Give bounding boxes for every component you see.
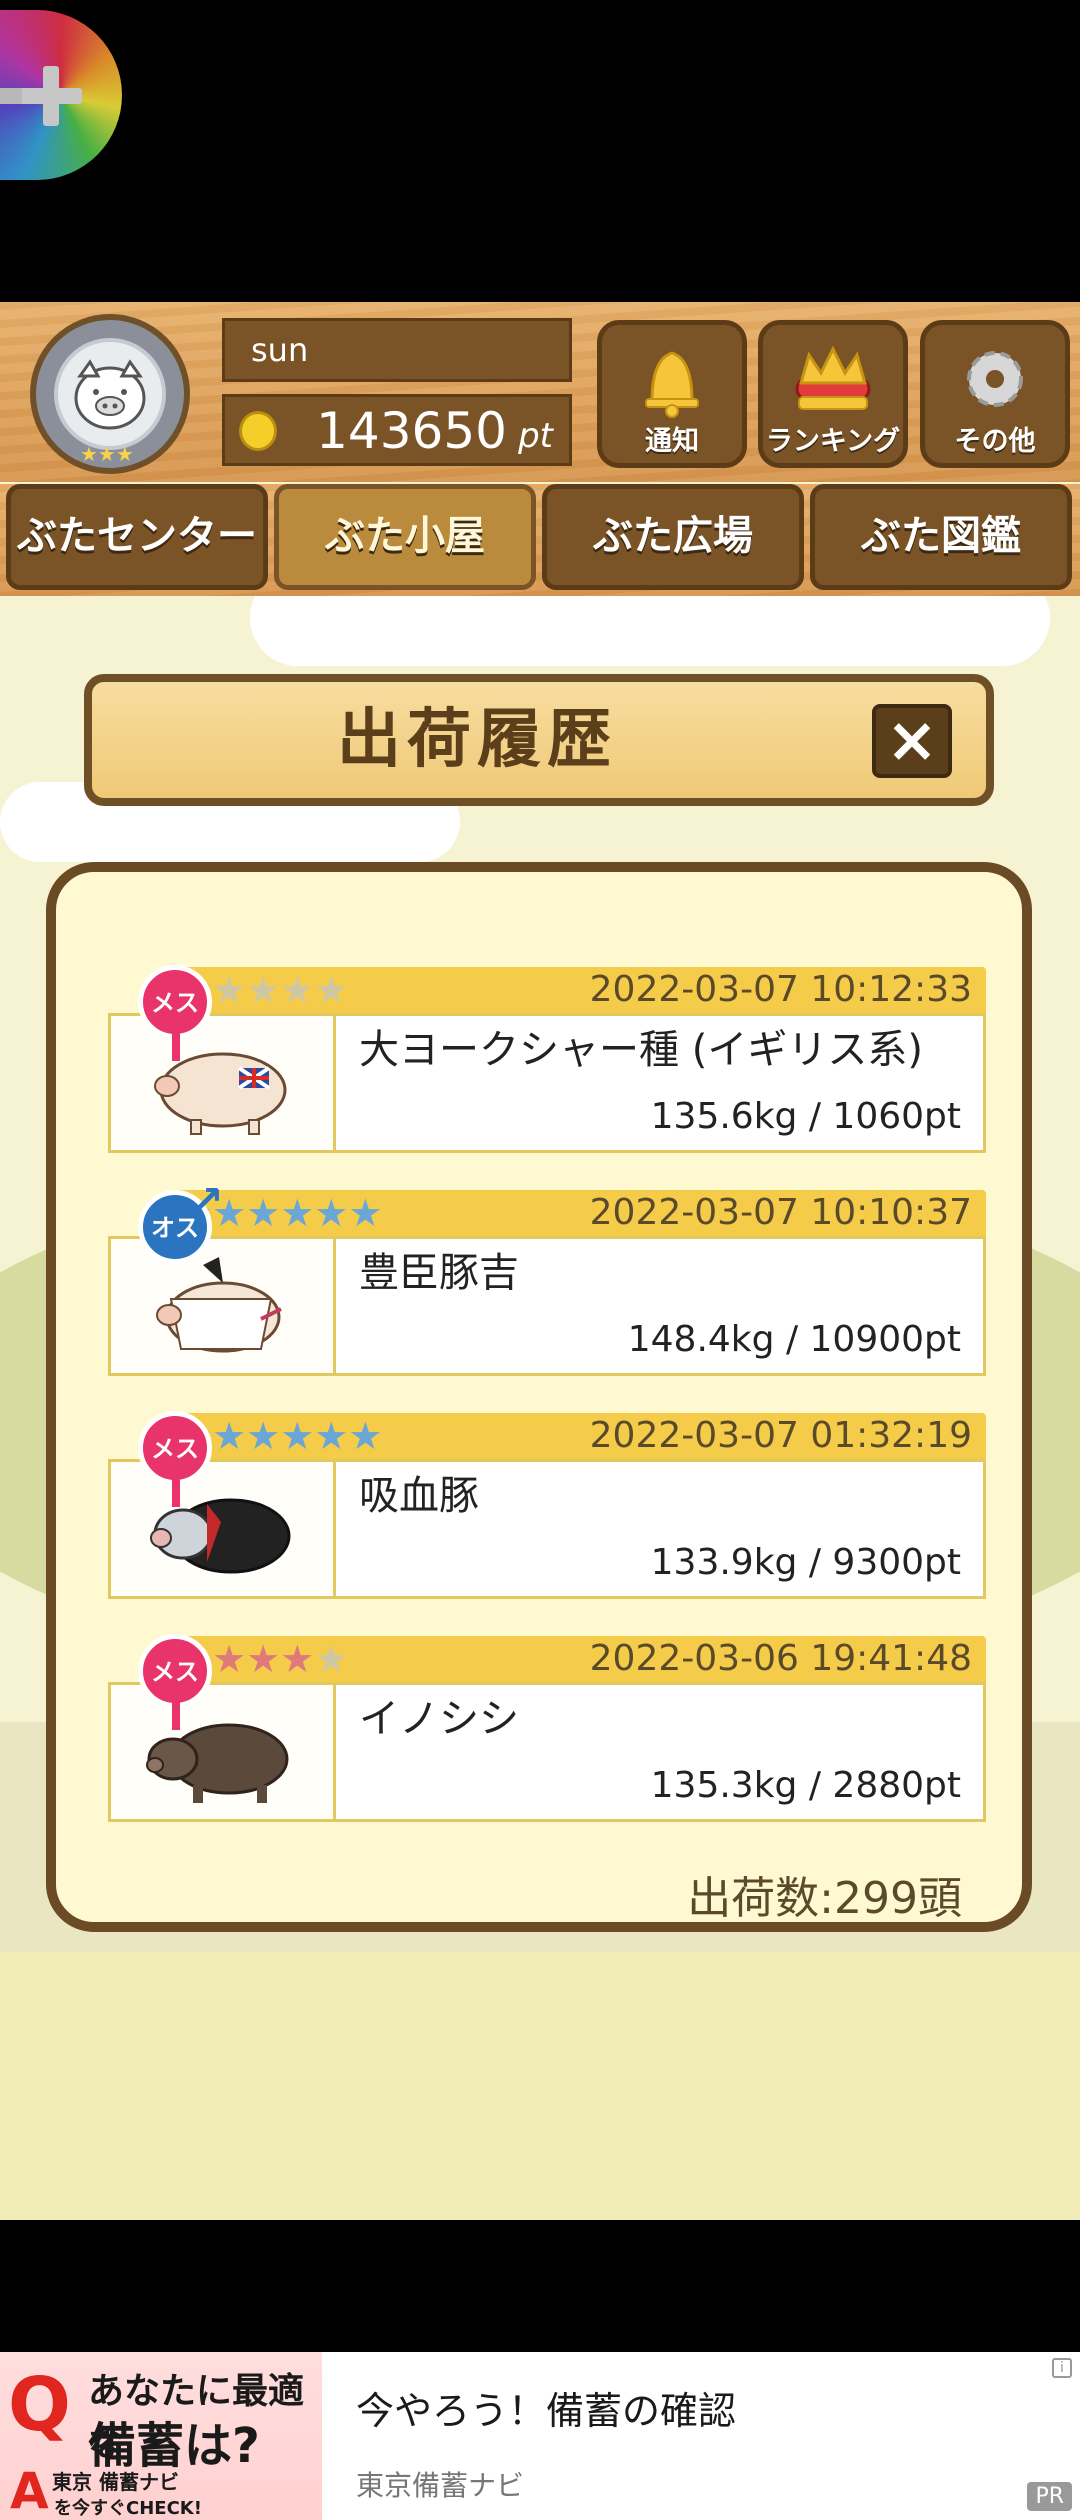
entry-header: ★★★★★★ 2022-03-07 10:10:37 xyxy=(168,1190,986,1236)
points-unit: pt xyxy=(518,416,553,456)
ad-image-a: A xyxy=(10,2462,49,2520)
female-symbol-tail xyxy=(172,1033,180,1061)
list-item[interactable]: ★★★★★ 2022-03-06 19:41:48 イノシシ 135.3kg /… xyxy=(108,1634,986,1832)
list-item[interactable]: ★★★★★★ 2022-03-07 10:10:37 豊臣豚吉 148.4kg … xyxy=(108,1178,986,1386)
ad-image-q: Q xyxy=(8,2362,71,2448)
vampire-pig-icon xyxy=(150,1498,291,1574)
pig-name: 豊臣豚吉 xyxy=(359,1250,519,1296)
tab-buta-zukan[interactable]: ぶた図鑑 xyxy=(810,484,1072,590)
gamepad-overlay-button[interactable] xyxy=(0,10,122,180)
notification-button[interactable]: 通知 xyxy=(597,320,747,468)
entry-header: ★★★★★ 2022-03-06 19:41:48 xyxy=(168,1636,986,1682)
weight-and-points: 148.4kg / 10900pt xyxy=(627,1319,961,1360)
female-icon: メス xyxy=(138,965,212,1039)
bell-icon xyxy=(645,351,699,418)
ad-info-icon[interactable]: i xyxy=(1052,2358,1072,2378)
pig-name: 吸血豚 xyxy=(359,1473,479,1519)
ad-banner[interactable]: Q あなたに最適な 備蓄は? A 東京 備蓄ナビ を今すぐCHECK! 今やろう… xyxy=(0,2352,1080,2520)
other-button[interactable]: その他 xyxy=(920,320,1070,468)
yorkshire-pig-icon xyxy=(154,1052,287,1135)
username-display: sun xyxy=(222,318,572,382)
entry-body: 大ヨークシャー種 (イギリス系) 135.6kg / 1060pt xyxy=(108,1013,986,1153)
crown-icon xyxy=(795,345,871,410)
dialog-title-bar: 出荷履歴 × xyxy=(84,674,994,806)
shipment-history-panel: ★★★★★ 2022-03-07 10:12:33 xyxy=(46,862,1032,1932)
weight-and-points: 133.9kg / 9300pt xyxy=(650,1542,961,1583)
weight-and-points: 135.3kg / 2880pt xyxy=(650,1765,961,1806)
coin-icon xyxy=(239,411,277,451)
ad-pr-label: PR xyxy=(1027,2482,1072,2511)
ranking-button[interactable]: ランキング xyxy=(758,320,908,468)
pig-name: 大ヨークシャー種 (イギリス系) xyxy=(359,1027,923,1073)
entry-datetime: 2022-03-07 10:12:33 xyxy=(589,969,972,1010)
ad-source: 東京備蓄ナビ xyxy=(356,2469,525,2502)
points-display: 143650 pt xyxy=(222,394,572,466)
pig-thumbnail xyxy=(111,1016,336,1150)
entry-body: イノシシ 135.3kg / 2880pt xyxy=(108,1682,986,1822)
entry-datetime: 2022-03-07 10:10:37 xyxy=(589,1192,972,1233)
female-icon: メス xyxy=(138,1634,212,1708)
pig-avatar xyxy=(54,338,166,450)
weight-and-points: 135.6kg / 1060pt xyxy=(650,1096,961,1137)
shipment-count: 出荷数:299頭 xyxy=(687,1873,962,1924)
wild-boar-icon xyxy=(146,1723,289,1803)
notification-label: 通知 xyxy=(645,426,699,457)
ad-image-small1: 東京 備蓄ナビ xyxy=(52,2470,179,2494)
female-symbol-tail xyxy=(172,1479,180,1507)
other-label: その他 xyxy=(954,426,1036,457)
pig-face-icon xyxy=(74,359,146,430)
entry-header: ★★★★★★ 2022-03-07 01:32:19 xyxy=(168,1413,986,1459)
tab-buta-center[interactable]: ぶたセンター xyxy=(6,484,268,590)
male-arrow-icon: ↗ xyxy=(190,1178,224,1224)
gear-icon xyxy=(967,351,1023,407)
screen: ★★★ sun 143650 pt 通知 ランキング その他 ぶたセンター ぶた… xyxy=(0,0,1080,2520)
list-item[interactable]: ★★★★★★ 2022-03-07 01:32:19 吸血豚 133.9kg /… xyxy=(108,1411,986,1609)
ad-headline[interactable]: 今やろう！備蓄の確認 xyxy=(356,2380,736,2435)
dialog-title: 出荷履歴 xyxy=(337,703,617,777)
pig-thumbnail xyxy=(111,1685,336,1819)
pig-name: イノシシ xyxy=(359,1696,519,1742)
entry-header: ★★★★★ 2022-03-07 10:12:33 xyxy=(168,967,986,1013)
nav-tabs: ぶたセンター ぶた小屋 ぶた広場 ぶた図鑑 xyxy=(0,484,1080,596)
pig-thumbnail xyxy=(111,1462,336,1596)
entry-datetime: 2022-03-07 01:32:19 xyxy=(589,1415,972,1456)
tab-buta-koya[interactable]: ぶた小屋 xyxy=(274,484,536,590)
tab-buta-hiroba[interactable]: ぶた広場 xyxy=(542,484,804,590)
female-icon: メス xyxy=(138,1411,212,1485)
list-item[interactable]: ★★★★★ 2022-03-07 10:12:33 xyxy=(108,965,986,1163)
points-value: 143650 xyxy=(316,402,507,460)
entry-body: 豊臣豚吉 148.4kg / 10900pt xyxy=(108,1236,986,1376)
entry-datetime: 2022-03-06 19:41:48 xyxy=(589,1638,972,1679)
ad-image[interactable]: Q あなたに最適な 備蓄は? A 東京 備蓄ナビ を今すぐCHECK! xyxy=(0,2352,322,2520)
game-area: ★★★ sun 143650 pt 通知 ランキング その他 ぶたセンター ぶた… xyxy=(0,302,1080,2220)
rank-stars-icon: ★★★ xyxy=(80,442,134,466)
ad-image-small2: を今すぐCHECK! xyxy=(54,2498,202,2519)
player-rank-badge[interactable]: ★★★ xyxy=(30,314,190,474)
entry-body: 吸血豚 133.9kg / 9300pt xyxy=(108,1459,986,1599)
header-bar: ★★★ sun 143650 pt 通知 ランキング その他 xyxy=(0,302,1080,482)
gamepad-icon xyxy=(0,66,82,126)
pig-thumbnail xyxy=(111,1239,336,1373)
female-symbol-tail xyxy=(172,1702,180,1730)
samurai-pig-icon xyxy=(156,1257,282,1353)
close-button[interactable]: × xyxy=(872,704,952,778)
ranking-label: ランキング xyxy=(765,426,901,457)
